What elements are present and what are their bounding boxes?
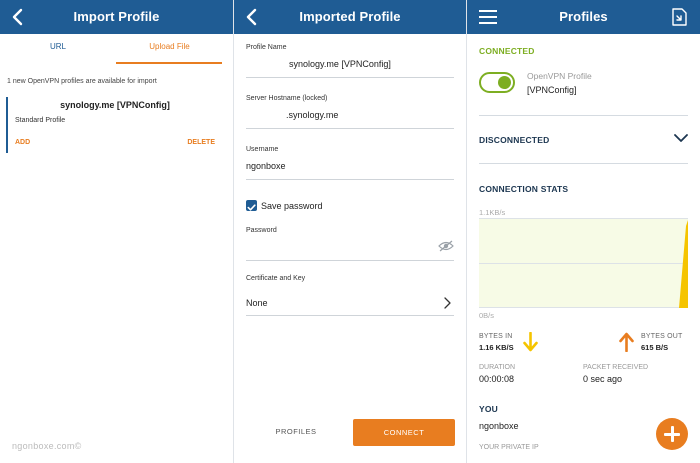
eye-off-icon[interactable] xyxy=(438,240,454,252)
import-profile-screen: Import Profile URL Upload File 1 new Ope… xyxy=(0,0,233,463)
profiles-screen: Profiles CONNECTED OpenVPN Profile [VPNC… xyxy=(467,0,700,463)
bytes-out-value: 615 B/S xyxy=(641,343,669,352)
you-heading: YOU xyxy=(479,404,499,414)
user-name: ngonboxe xyxy=(479,421,519,431)
connection-stats-heading: CONNECTION STATS xyxy=(479,184,569,194)
field-underline xyxy=(246,260,454,261)
arrow-up-icon xyxy=(619,332,634,352)
graph-baseline xyxy=(479,307,688,308)
certificate-label: Certificate and Key xyxy=(246,275,306,282)
section-divider xyxy=(479,163,688,164)
connected-heading: CONNECTED xyxy=(479,46,535,56)
duration-value: 00:00:08 xyxy=(479,374,515,384)
private-ip-label: YOUR PRIVATE IP xyxy=(479,444,539,451)
graph-gridline xyxy=(479,218,688,219)
duration-label: DURATION xyxy=(479,364,516,371)
imported-profile-screen: Imported Profile Profile Name synology.m… xyxy=(234,0,466,463)
imported-profile-header: Imported Profile xyxy=(234,0,466,34)
profile-name-label: Profile Name xyxy=(246,44,287,51)
tab-url[interactable]: URL xyxy=(0,34,116,64)
username-field[interactable]: Username ngonboxe xyxy=(246,146,454,182)
server-hostname-value: .synology.me xyxy=(286,110,339,120)
packet-received-label: PACKET RECEIVED xyxy=(583,364,649,371)
bytes-in-label: BYTES IN xyxy=(479,333,513,340)
profiles-header: Profiles xyxy=(467,0,700,34)
field-underline xyxy=(246,128,454,129)
section-divider xyxy=(479,115,688,116)
graph-gridline xyxy=(479,263,688,264)
page-title: Import Profile xyxy=(73,9,160,24)
connection-toggle[interactable] xyxy=(479,72,515,93)
checkmark-icon xyxy=(247,204,256,211)
graph-top-label: 1.1KB/s xyxy=(479,208,506,217)
traffic-spike xyxy=(679,220,688,308)
import-profile-header: Import Profile xyxy=(0,0,233,34)
delete-profile-button[interactable]: DELETE xyxy=(187,139,215,146)
page-title: Profiles xyxy=(559,9,608,24)
page-title: Imported Profile xyxy=(299,9,401,24)
active-tab-indicator xyxy=(116,62,222,64)
certificate-value[interactable]: None xyxy=(246,298,268,308)
tab-upload-file[interactable]: Upload File xyxy=(116,34,223,64)
profiles-button[interactable]: PROFILES xyxy=(264,427,328,436)
toggle-knob xyxy=(498,76,511,89)
field-underline xyxy=(246,77,454,78)
import-notice: 1 new OpenVPN profiles are available for… xyxy=(7,78,157,85)
profile-name: synology.me [VPNConfig] xyxy=(60,100,170,110)
server-hostname-field: Server Hostname (locked) .synology.me xyxy=(246,95,454,131)
chevron-down-icon[interactable] xyxy=(674,134,688,143)
bytes-out-label: BYTES OUT xyxy=(641,333,683,340)
certificate-field[interactable]: Certificate and Key None xyxy=(246,275,454,317)
password-label: Password xyxy=(246,227,277,234)
disconnected-heading[interactable]: DISCONNECTED xyxy=(479,135,549,145)
chevron-right-icon[interactable] xyxy=(443,297,451,309)
profile-type: Standard Profile xyxy=(15,117,66,124)
packet-received-value: 0 sec ago xyxy=(583,374,623,384)
import-profile-card: synology.me [VPNConfig] Standard Profile… xyxy=(6,97,222,153)
import-tabs: URL Upload File xyxy=(0,34,233,64)
connected-profile-config: [VPNConfig] xyxy=(527,85,577,95)
watermark: ngonboxe.com© xyxy=(12,441,82,451)
bytes-in-value: 1.16 KB/S xyxy=(479,343,514,352)
profile-name-field[interactable]: Profile Name synology.me [VPNConfig] xyxy=(246,44,454,80)
save-password-label: Save password xyxy=(261,201,323,211)
connected-profile-name: OpenVPN Profile xyxy=(527,71,592,81)
password-field[interactable]: Password xyxy=(246,227,454,263)
arrow-down-icon xyxy=(523,332,538,352)
username-value[interactable]: ngonboxe xyxy=(246,161,286,171)
import-file-icon[interactable] xyxy=(670,8,688,26)
field-underline xyxy=(246,315,454,316)
connect-button[interactable]: CONNECT xyxy=(353,419,455,446)
add-profile-fab[interactable] xyxy=(656,418,688,450)
save-password-checkbox[interactable] xyxy=(246,200,257,211)
field-underline xyxy=(246,179,454,180)
graph-bottom-label: 0B/s xyxy=(479,311,495,320)
profile-name-value[interactable]: synology.me [VPNConfig] xyxy=(289,59,391,69)
username-label: Username xyxy=(246,146,279,153)
server-hostname-label: Server Hostname (locked) xyxy=(246,95,328,102)
add-profile-button[interactable]: ADD xyxy=(15,139,30,146)
